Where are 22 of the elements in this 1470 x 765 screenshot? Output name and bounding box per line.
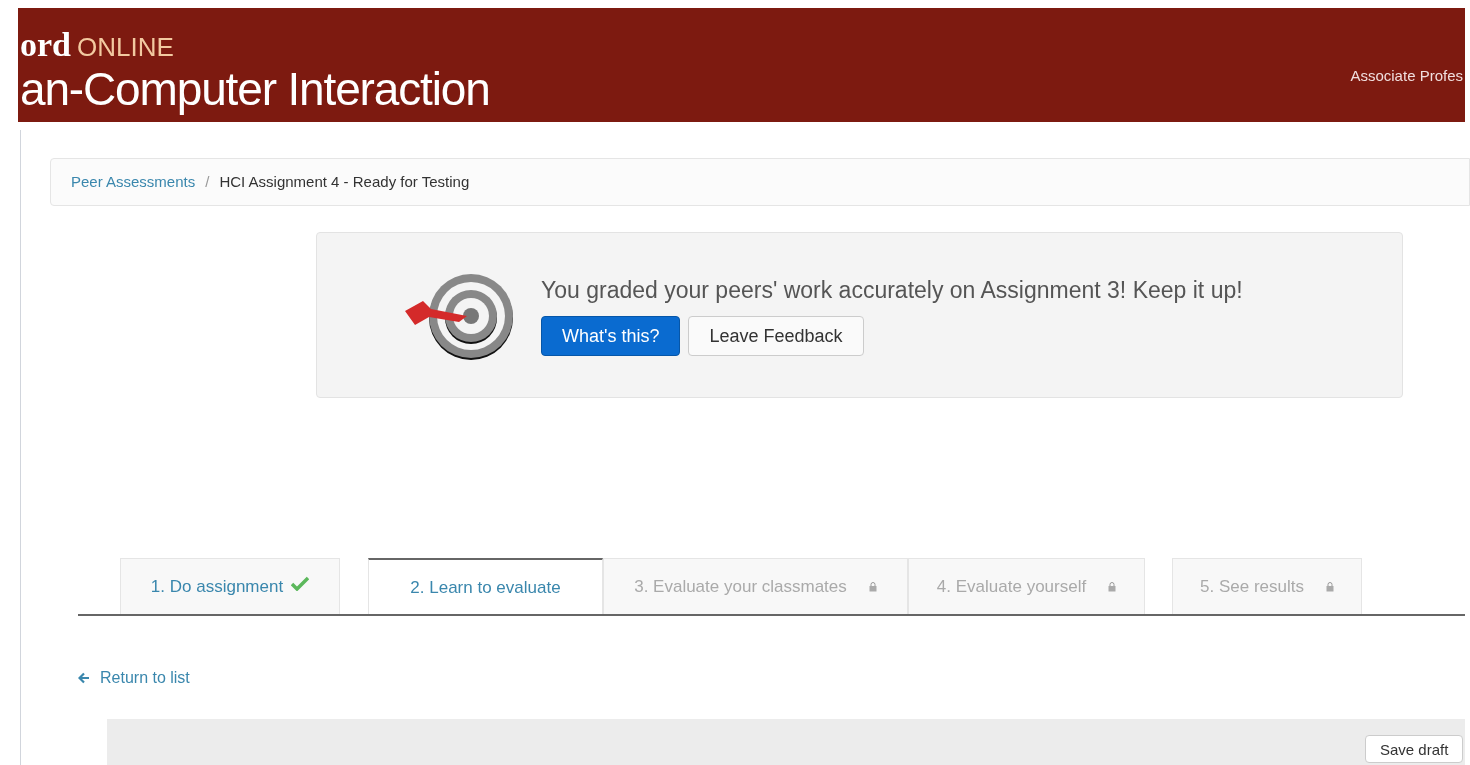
step-tab[interactable]: 4. Evaluate yourself: [908, 558, 1145, 615]
help-button[interactable]: What's this?: [541, 316, 681, 356]
step-tab[interactable]: 5. See results: [1172, 558, 1362, 615]
check-icon: [291, 575, 310, 591]
step-tab[interactable]: 3. Evaluate your classmates: [603, 558, 908, 615]
logo-text: ord: [20, 28, 71, 62]
breadcrumb-current: HCI Assignment 4 - Ready for Testing: [219, 171, 470, 192]
user-role[interactable]: Associate Profes: [1350, 65, 1463, 88]
lock-icon: [1325, 582, 1334, 592]
logo-text: ONLINE: [77, 34, 174, 60]
feedback-button[interactable]: Leave Feedback: [688, 316, 864, 356]
save-draft-button[interactable]: Save draft: [1365, 735, 1464, 763]
course-title: an-Computer Interaction: [20, 66, 490, 117]
step-tab[interactable]: 2. Learn to evaluate: [368, 558, 603, 615]
banner-message: You graded your peers' work accurately on Assignment 3! Keep it up!: [541, 279, 1243, 302]
left-arrow-icon: [78, 672, 90, 684]
breadcrumb-separator: /: [205, 171, 210, 192]
breadcrumb-link[interactable]: Peer Assessments: [71, 170, 196, 194]
lock-icon: [868, 582, 877, 592]
return-link[interactable]: Return to list: [78, 666, 190, 690]
lock-icon: [1108, 582, 1117, 592]
step-tab[interactable]: 1. Do assignment: [120, 558, 340, 615]
